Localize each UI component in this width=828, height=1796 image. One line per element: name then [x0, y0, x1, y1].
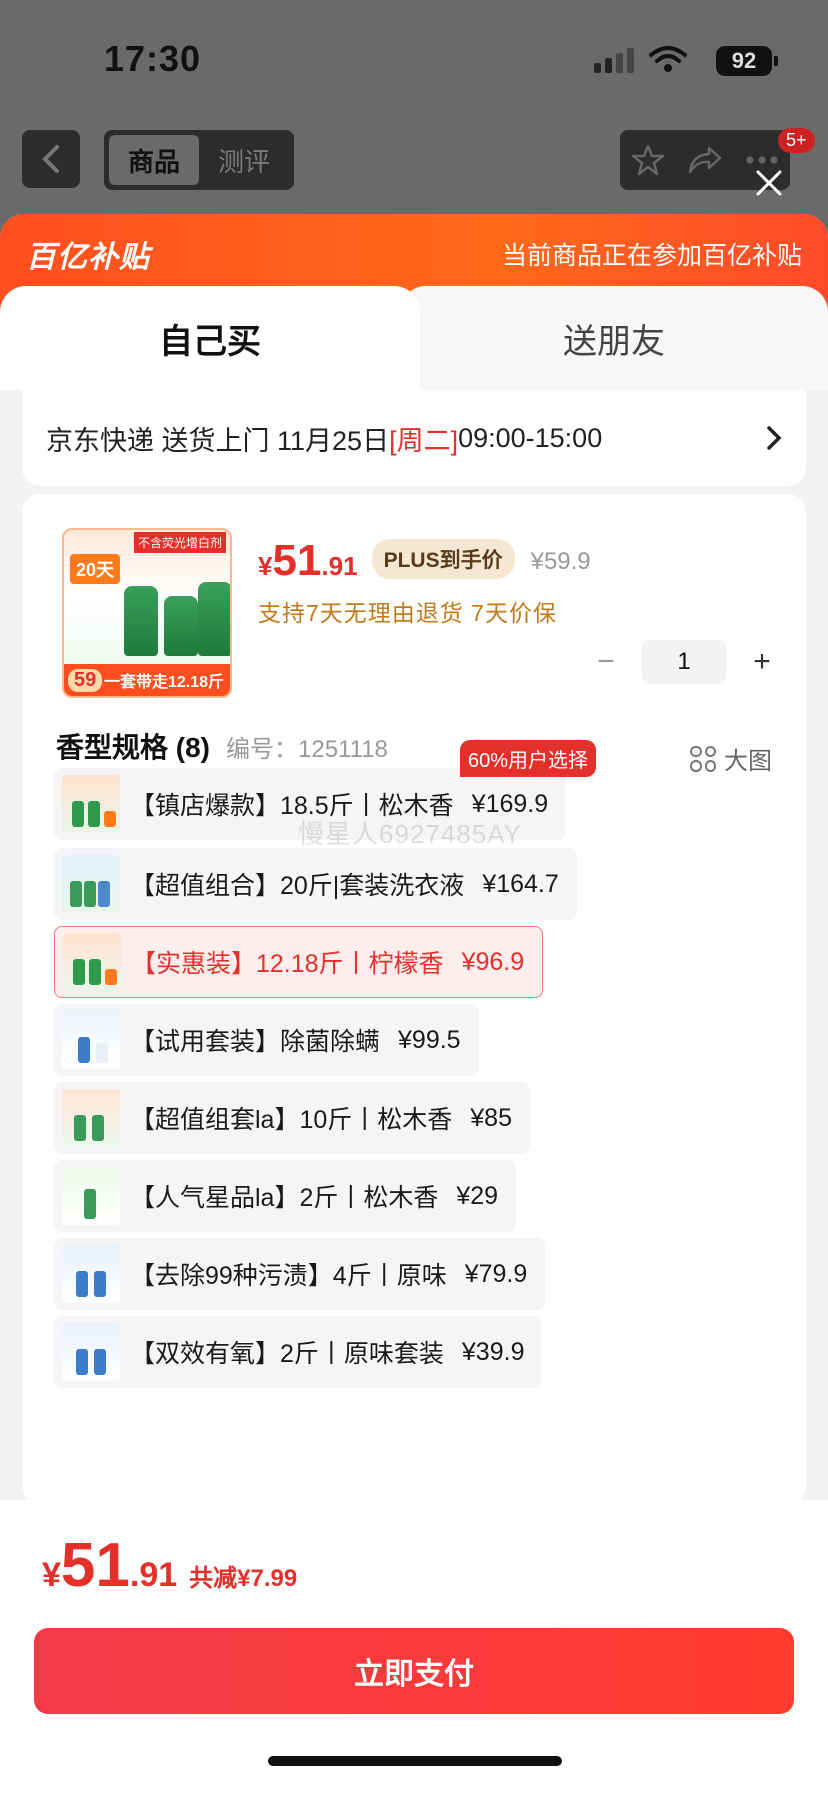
product-card: 不含荧光增白剂 20天 一套带走12.18斤 59 ¥ 51 .91 PLUS到…: [22, 494, 806, 1504]
spec-code: 编号：1251118: [226, 736, 388, 763]
share-icon[interactable]: [687, 145, 723, 175]
original-price: ¥59.9: [530, 548, 591, 575]
option-thumb: [62, 1167, 120, 1225]
total-yen: ¥: [42, 1556, 61, 1594]
spec-title: 香型规格 (8): [56, 732, 211, 763]
thumb-price: 59: [68, 669, 103, 692]
wifi-icon: [649, 46, 687, 72]
spec-option[interactable]: 【超值组套la】10斤丨松木香 ¥85: [54, 1082, 530, 1154]
option-price: ¥164.7: [482, 869, 559, 898]
home-indicator: [268, 1756, 562, 1766]
option-price: ¥39.9: [461, 1337, 525, 1366]
option-thumb: [62, 1245, 120, 1303]
spec-option[interactable]: 【试用套装】除菌除螨 ¥99.5: [54, 1004, 479, 1076]
price-yen: ¥: [258, 551, 273, 581]
option-label: 【去除99种污渍】4斤丨原味: [130, 1262, 447, 1290]
popular-badge: 60%用户选择: [460, 740, 597, 777]
back-icon: [42, 145, 59, 173]
decrease-button[interactable]: −: [592, 645, 620, 679]
option-price: ¥99.5: [398, 1025, 461, 1054]
option-price: ¥29: [456, 1181, 499, 1210]
option-thumb: [62, 775, 120, 833]
delivery-weekday: [周二]: [389, 425, 459, 456]
service-guarantee: 支持7天无理由退货 7天价保: [258, 600, 557, 626]
subsidy-note: 当前商品正在参加百亿补贴: [501, 242, 802, 270]
delivery-window: 09:00-15:00: [458, 422, 603, 453]
spec-option[interactable]: 【超值组合】20斤|套装洗衣液 ¥164.7: [54, 848, 577, 920]
star-icon[interactable]: [631, 143, 665, 177]
checkout-bar: ¥ 51 .91 共减¥7.99 立即支付: [0, 1500, 828, 1796]
option-label: 【超值组合】20斤|套装洗衣液: [130, 872, 465, 900]
product-image[interactable]: 不含荧光增白剂 20天 一套带走12.18斤 59: [62, 528, 232, 698]
quantity-stepper: − 1 +: [592, 640, 776, 684]
tab-product[interactable]: 商品: [109, 135, 199, 185]
tab-review[interactable]: 测评: [199, 135, 289, 185]
option-thumb: [62, 1323, 120, 1381]
thumb-label-top: 20天: [70, 554, 121, 584]
subsidy-logo: 百亿补贴: [26, 241, 150, 274]
watermark: 慢星人6927485AY: [298, 819, 522, 849]
option-label: 【实惠装】12.18斤丨柠檬香: [131, 950, 444, 978]
big-image-toggle[interactable]: 大图: [690, 741, 772, 776]
option-price: ¥96.9: [461, 947, 525, 976]
option-label: 【超值组套la】10斤丨松木香: [130, 1106, 453, 1134]
option-thumb: [62, 855, 120, 913]
total-price: ¥ 51 .91 共减¥7.99: [42, 1530, 297, 1601]
total-integer: 51: [60, 1531, 130, 1600]
option-label: 【人气星品la】2斤丨松木香: [130, 1184, 439, 1212]
background-page: 17:30 92 商品 测评 5+: [0, 0, 828, 240]
tab-gift-label: 送朋友: [563, 322, 665, 361]
purchase-tabs: 送朋友 自己买: [0, 286, 828, 390]
page-tabs: 商品 测评: [104, 130, 294, 190]
quantity-value[interactable]: 1: [642, 640, 726, 684]
product-price: ¥ 51 .91 PLUS到手价 ¥59.9: [258, 536, 591, 587]
price-decimal: .91: [321, 551, 358, 581]
tab-self[interactable]: 自己买: [0, 286, 420, 390]
message-badge: 5+: [778, 128, 815, 153]
option-thumb: [62, 1011, 120, 1069]
plus-price-tag: PLUS到手价: [371, 539, 515, 579]
spec-option[interactable]: 【去除99种污渍】4斤丨原味 ¥79.9: [54, 1238, 546, 1310]
purchase-sheet: 百亿补贴 当前商品正在参加百亿补贴 送朋友 自己买 京东快递 送货上门 11月2…: [0, 214, 828, 1796]
chevron-right-icon: [767, 426, 782, 450]
option-price: ¥79.9: [464, 1259, 528, 1288]
option-label: 【试用套装】除菌除螨: [130, 1028, 381, 1056]
big-image-label: 大图: [724, 748, 772, 775]
back-button[interactable]: [22, 130, 80, 188]
pay-now-button[interactable]: 立即支付: [34, 1628, 794, 1714]
spec-option[interactable]: 【人气星品la】2斤丨松木香 ¥29: [54, 1160, 517, 1232]
thumb-label-red: 不含荧光增白剂: [133, 532, 226, 553]
price-integer: 51: [272, 536, 322, 585]
option-thumb: [63, 933, 121, 991]
status-time: 17:30: [104, 38, 202, 79]
close-icon[interactable]: [754, 168, 784, 198]
total-savings: 共减¥7.99: [189, 1565, 298, 1592]
option-label: 【双效有氧】2斤丨原味套装: [130, 1340, 444, 1368]
option-thumb: [62, 1089, 120, 1147]
signal-icon: [594, 48, 634, 73]
grid-icon: [690, 745, 716, 772]
spec-option-selected[interactable]: 【实惠装】12.18斤丨柠檬香 ¥96.9: [54, 926, 544, 998]
tab-self-label: 自己买: [159, 322, 261, 361]
more-icon[interactable]: [745, 155, 779, 165]
delivery-carrier: 京东快递 送货上门 11月25日: [46, 425, 390, 456]
total-decimal: .91: [129, 1556, 178, 1594]
increase-button[interactable]: +: [748, 645, 776, 679]
spec-option[interactable]: 【双效有氧】2斤丨原味套装 ¥39.9: [54, 1316, 543, 1388]
option-price: ¥85: [470, 1103, 512, 1132]
delivery-row[interactable]: 京东快递 送货上门 11月25日 [周二] 09:00-15:00: [22, 390, 806, 486]
battery-indicator: 92: [716, 46, 778, 76]
tab-gift[interactable]: 送朋友: [400, 286, 828, 390]
